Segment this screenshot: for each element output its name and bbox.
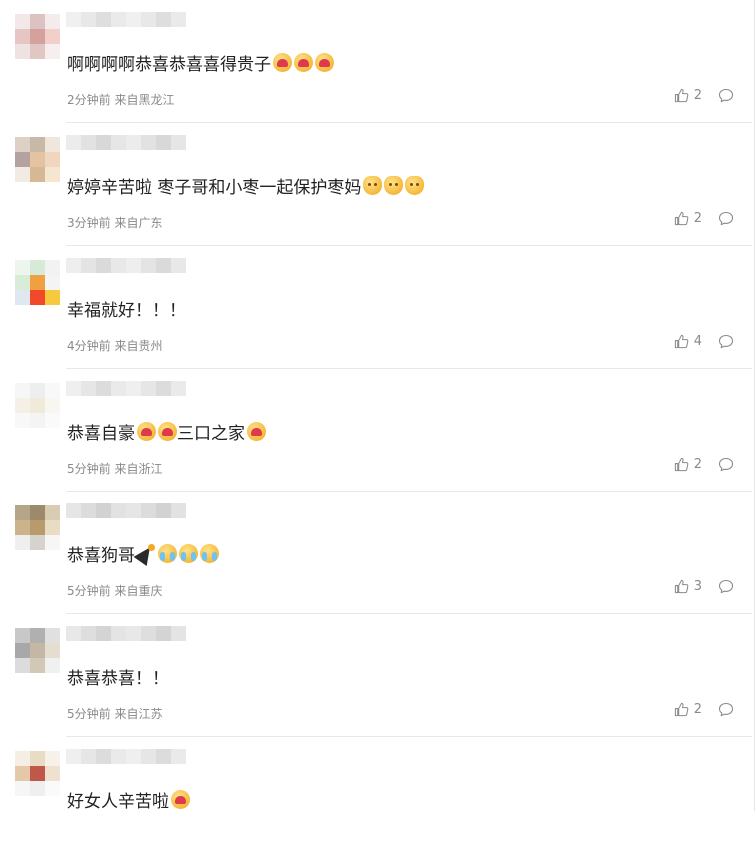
- avatar[interactable]: [15, 260, 60, 305]
- comment-text: 恭喜狗哥: [67, 541, 219, 566]
- cry-emoji-icon: [158, 544, 177, 563]
- comment-time: 5分钟前: [67, 584, 111, 598]
- like-count: 2: [693, 702, 702, 717]
- cat-emoji-icon: [384, 176, 404, 195]
- comment-text: 恭喜自豪 三口之家: [67, 419, 266, 444]
- comment-text-body: 恭喜狗哥: [67, 546, 135, 566]
- comment-actions: 2: [674, 457, 734, 472]
- comment-time: 3分钟前: [67, 216, 111, 230]
- comment-time: 5分钟前: [67, 462, 111, 476]
- comment-meta: 5分钟前 来自重庆: [67, 582, 162, 599]
- like-count: 3: [693, 579, 702, 594]
- comment-text-body: 恭喜自豪: [67, 424, 135, 444]
- avatar[interactable]: [15, 751, 60, 796]
- like-button[interactable]: 4: [674, 334, 702, 349]
- comment-text-body: 婷婷辛苦啦 枣子哥和小枣一起保护枣妈: [67, 178, 362, 198]
- comment-text: 婷婷辛苦啦 枣子哥和小枣一起保护枣妈: [67, 173, 425, 198]
- cry-emoji-icon: [179, 544, 198, 563]
- comment-meta: 3分钟前 来自广东: [67, 214, 162, 231]
- comment-location: 来自贵州: [114, 339, 163, 353]
- comment-meta: 5分钟前 来自江苏: [67, 705, 162, 722]
- heart-emoji-icon: [294, 53, 313, 72]
- comment-item: 婷婷辛苦啦 枣子哥和小枣一起保护枣妈 3分钟前 来自广东 2: [0, 123, 756, 246]
- like-button[interactable]: 2: [674, 702, 702, 717]
- comment-meta: 4分钟前 来自贵州: [67, 337, 162, 354]
- comment-actions: 2: [674, 211, 734, 226]
- comment-text: 幸福就好！！！: [67, 296, 186, 321]
- like-count: 2: [693, 457, 702, 472]
- username-blurred[interactable]: [66, 749, 186, 775]
- thumbs-up-icon: [674, 457, 689, 472]
- username-blurred[interactable]: [66, 626, 186, 652]
- comment-time: 2分钟前: [67, 93, 111, 107]
- avatar[interactable]: [15, 628, 60, 673]
- reply-bubble-icon[interactable]: [718, 211, 734, 226]
- like-button[interactable]: 3: [674, 579, 702, 594]
- reply-bubble-icon[interactable]: [718, 457, 734, 472]
- like-count: 2: [693, 211, 702, 226]
- party-emoji-icon: [137, 544, 156, 563]
- avatar[interactable]: [15, 505, 60, 550]
- comment-location: 来自江苏: [114, 707, 163, 721]
- comment-actions: 2: [674, 702, 734, 717]
- heart-emoji-icon: [158, 422, 177, 441]
- cat-emoji-icon: [363, 176, 383, 195]
- comment-meta: 5分钟前 来自浙江: [67, 460, 162, 477]
- heart-emoji-icon: [171, 790, 190, 809]
- like-count: 2: [693, 88, 702, 103]
- comment-text: 好女人辛苦啦: [67, 787, 190, 812]
- comment-text-body: 三口之家: [177, 424, 245, 444]
- heart-emoji-icon: [247, 422, 266, 441]
- reply-bubble-icon[interactable]: [718, 702, 734, 717]
- comment-location: 来自黑龙江: [114, 93, 175, 107]
- username-blurred[interactable]: [66, 381, 186, 407]
- comment-text-body: 好女人辛苦啦: [67, 792, 169, 812]
- comment-item: 幸福就好！！！ 4分钟前 来自贵州 4: [0, 246, 756, 369]
- comment-location: 来自重庆: [114, 584, 163, 598]
- like-count: 4: [693, 334, 702, 349]
- heart-emoji-icon: [137, 422, 156, 441]
- comment-text-body: 恭喜恭喜！！: [67, 669, 169, 689]
- comment-actions: 2: [674, 88, 734, 103]
- comment-location: 来自浙江: [114, 462, 163, 476]
- like-button[interactable]: 2: [674, 88, 702, 103]
- comment-item: 恭喜自豪 三口之家 5分钟前 来自浙江 2: [0, 369, 756, 492]
- comment-text: 啊啊啊啊恭喜恭喜喜得贵子: [67, 50, 334, 75]
- like-button[interactable]: 2: [674, 211, 702, 226]
- comment-item: 恭喜狗哥 5分钟前 来自重庆 3: [0, 491, 756, 614]
- heart-emoji-icon: [315, 53, 334, 72]
- username-blurred[interactable]: [66, 135, 186, 161]
- thumbs-up-icon: [674, 88, 689, 103]
- like-button[interactable]: 2: [674, 457, 702, 472]
- comment-item: 恭喜恭喜！！ 5分钟前 来自江苏 2: [0, 614, 756, 737]
- thumbs-up-icon: [674, 702, 689, 717]
- avatar[interactable]: [15, 14, 60, 59]
- cry-emoji-icon: [200, 544, 219, 563]
- reply-bubble-icon[interactable]: [718, 334, 734, 349]
- thumbs-up-icon: [674, 211, 689, 226]
- heart-emoji-icon: [273, 53, 292, 72]
- comment-actions: 3: [674, 579, 734, 594]
- cat-emoji-icon: [405, 176, 425, 195]
- comment-text-body: 啊啊啊啊恭喜恭喜喜得贵子: [67, 55, 271, 75]
- username-blurred[interactable]: [66, 503, 186, 529]
- comment-time: 5分钟前: [67, 707, 111, 721]
- comment-meta: 2分钟前 来自黑龙江: [67, 91, 174, 108]
- comment-text: 恭喜恭喜！！: [67, 664, 169, 689]
- reply-bubble-icon[interactable]: [718, 88, 734, 103]
- avatar[interactable]: [15, 137, 60, 182]
- thumbs-up-icon: [674, 334, 689, 349]
- avatar[interactable]: [15, 383, 60, 428]
- username-blurred[interactable]: [66, 258, 186, 284]
- comment-time: 4分钟前: [67, 339, 111, 353]
- comment-item: 啊啊啊啊恭喜恭喜喜得贵子 2分钟前 来自黑龙江 2: [0, 0, 756, 123]
- thumbs-up-icon: [674, 579, 689, 594]
- comment-actions: 4: [674, 334, 734, 349]
- comment-item: 好女人辛苦啦: [0, 737, 756, 860]
- comment-text-body: 幸福就好！！！: [67, 301, 186, 321]
- username-blurred[interactable]: [66, 12, 186, 38]
- reply-bubble-icon[interactable]: [718, 579, 734, 594]
- comment-location: 来自广东: [114, 216, 163, 230]
